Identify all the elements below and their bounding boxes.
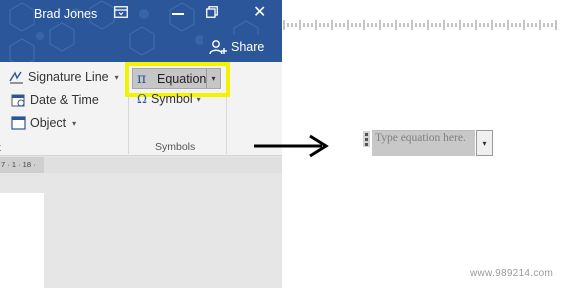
- symbol-caret-icon: ▾: [196, 94, 201, 104]
- omega-icon: Ω: [137, 92, 147, 106]
- object-label: Object: [30, 116, 67, 130]
- document-top-area: [282, 0, 576, 60]
- equation-dropdown-icon[interactable]: ▾: [206, 69, 220, 88]
- text-group-label: t: [0, 142, 1, 154]
- document-page[interactable]: [0, 193, 44, 288]
- signature-line-icon: [9, 71, 23, 84]
- object-caret-icon: ▾: [72, 118, 77, 128]
- equation-input-field[interactable]: Type equation here.: [372, 130, 475, 156]
- object-icon: [11, 116, 26, 130]
- symbols-group-label: Symbols: [155, 141, 196, 153]
- ribbon-display-options-icon[interactable]: [114, 6, 128, 18]
- equation-move-handle[interactable]: [363, 131, 370, 147]
- share-button[interactable]: Share: [203, 34, 267, 60]
- date-time-button[interactable]: Date & Time: [11, 93, 99, 107]
- equation-label: Equation: [157, 71, 207, 86]
- signature-line-label: Signature Line: [28, 70, 109, 84]
- share-label: Share: [231, 40, 265, 54]
- ruler-numbers: 7 · 1 · 18 ·: [1, 160, 36, 169]
- minimize-icon[interactable]: [172, 13, 184, 15]
- signature-line-button[interactable]: Signature Line ▾: [9, 70, 119, 84]
- symbol-label: Symbol: [150, 92, 193, 106]
- right-arrow-icon: [254, 134, 329, 158]
- add-person-icon: [209, 40, 227, 55]
- close-icon[interactable]: ✕: [253, 4, 266, 20]
- calendar-icon: [11, 94, 25, 107]
- equation-options-dropdown-icon[interactable]: ▾: [476, 130, 493, 156]
- watermark: www.989214.com: [470, 268, 554, 279]
- symbol-button[interactable]: Ω Symbol ▾: [137, 92, 201, 106]
- horizontal-ruler: [283, 20, 557, 30]
- object-button[interactable]: Object ▾: [11, 116, 76, 130]
- equation-button[interactable]: π Equation ▾: [132, 68, 221, 89]
- equation-placeholder: Type equation here.: [375, 132, 466, 144]
- title-bar: Brad Jones ✕ Share: [0, 0, 282, 62]
- restore-icon[interactable]: [206, 6, 218, 18]
- user-name[interactable]: Brad Jones: [34, 7, 97, 21]
- equation-container[interactable]: Type equation here. ▾: [363, 130, 493, 156]
- date-time-label: Date & Time: [30, 93, 99, 107]
- word-ribbon-crop: Brad Jones ✕ Share Signature Line ▾ Date…: [0, 0, 282, 288]
- pi-icon: π: [137, 70, 147, 87]
- signature-line-caret-icon: ▾: [114, 72, 119, 82]
